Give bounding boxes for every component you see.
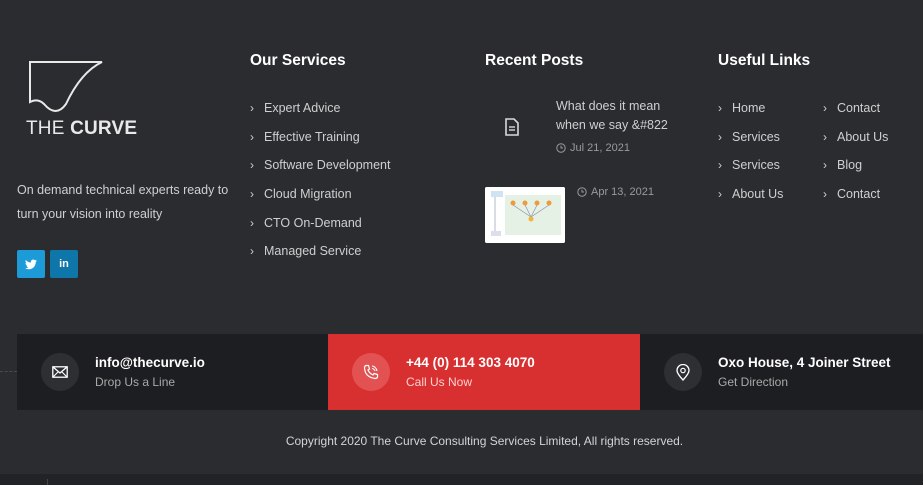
contact-address-caption: Get Direction (718, 374, 789, 389)
services-item-label: Cloud Migration (264, 187, 352, 202)
logo-text: THE CURVE (26, 118, 137, 140)
services-item[interactable]: › CTO On-Demand (250, 216, 390, 245)
clock-icon (556, 143, 566, 153)
post-date-text: Apr 13, 2021 (591, 186, 654, 198)
social-links: in (17, 250, 78, 278)
services-list: › Expert Advice › Effective Training › Soft… (250, 101, 390, 273)
useful-link[interactable]: › Services (718, 158, 783, 187)
logo-text-light: THE (26, 118, 71, 139)
linkedin-icon: in (59, 258, 69, 270)
services-item[interactable]: › Software Development (250, 158, 390, 187)
chevron-right-icon: › (823, 129, 827, 144)
site-footer: THE CURVE On demand technical experts re… (0, 0, 923, 485)
contact-address[interactable]: Oxo House, 4 Joiner Street Get Direction (640, 334, 923, 410)
chevron-right-icon: › (250, 158, 254, 173)
twitter-icon (25, 258, 37, 269)
chevron-right-icon: › (250, 244, 254, 259)
services-item[interactable]: › Managed Service (250, 244, 390, 273)
useful-link-label: Blog (837, 158, 863, 173)
contact-phone[interactable]: +44 (0) 114 303 4070 Call Us Now (328, 334, 640, 410)
useful-link-label: Contact (837, 187, 881, 202)
chevron-right-icon: › (718, 158, 722, 173)
chevron-right-icon: › (823, 158, 827, 173)
logo-text-bold: CURVE (70, 118, 138, 139)
chevron-right-icon: › (718, 129, 722, 144)
useful-link[interactable]: › Contact (823, 101, 888, 130)
post-date: Jul 21, 2021 (556, 142, 630, 154)
chevron-right-icon: › (823, 187, 827, 202)
chevron-right-icon: › (250, 101, 254, 115)
contact-address-value[interactable]: Oxo House, 4 Joiner Street (718, 353, 891, 372)
useful-link[interactable]: › Contact (823, 187, 888, 216)
recent-posts-heading: Recent Posts (485, 52, 584, 69)
linkedin-button[interactable]: in (50, 250, 78, 278)
useful-links-list-1: › Home › Services › Services › About Us (718, 101, 783, 216)
useful-link[interactable]: › Blog (823, 158, 888, 187)
services-item-label: Software Development (264, 158, 391, 173)
chevron-right-icon: › (718, 101, 722, 115)
services-item[interactable]: › Effective Training (250, 130, 390, 159)
services-item-label: Expert Advice (264, 101, 341, 115)
chevron-right-icon: › (718, 187, 722, 202)
envelope-icon (41, 353, 79, 391)
contact-phone-value[interactable]: +44 (0) 114 303 4070 (406, 353, 535, 372)
bottom-strip (0, 474, 923, 485)
contact-phone-caption: Call Us Now (406, 374, 473, 389)
useful-link[interactable]: › About Us (823, 130, 888, 159)
clock-icon (577, 187, 587, 197)
chevron-right-icon: › (823, 101, 827, 115)
post-title[interactable]: What does it mean when we say &#822 (556, 97, 676, 135)
services-item[interactable]: › Cloud Migration (250, 187, 390, 216)
useful-link-label: Services (732, 158, 780, 173)
chevron-right-icon: › (250, 215, 254, 230)
contact-email-caption: Drop Us a Line (95, 374, 176, 389)
useful-link-label: Contact (837, 101, 881, 115)
location-pin-icon (664, 353, 702, 391)
curve-logo-icon (29, 61, 103, 112)
useful-link-label: Home (732, 101, 766, 115)
post-thumbnail-image[interactable] (485, 187, 565, 243)
useful-link[interactable]: › About Us (718, 187, 783, 216)
useful-link[interactable]: › Services (718, 130, 783, 159)
useful-links-heading: Useful Links (718, 52, 811, 69)
diagram-thumbnail (485, 187, 565, 243)
phone-icon (352, 353, 390, 391)
services-item-label: CTO On-Demand (264, 215, 362, 230)
chevron-right-icon: › (250, 129, 254, 144)
document-icon (505, 118, 519, 136)
post-thumbnail[interactable] (485, 100, 539, 154)
services-item-label: Managed Service (264, 244, 362, 259)
useful-link[interactable]: › Home (718, 101, 783, 130)
copyright-text: Copyright 2020 The Curve Consulting Serv… (285, 434, 684, 448)
brand-tagline: On demand technical experts ready to tur… (17, 183, 229, 221)
useful-link-label: About Us (732, 187, 784, 202)
services-heading: Our Services (250, 52, 346, 69)
services-item[interactable]: › Expert Advice (250, 101, 390, 130)
twitter-button[interactable] (17, 250, 45, 278)
post-date: Apr 13, 2021 (577, 186, 654, 198)
useful-link-label: Services (732, 129, 780, 144)
divider (0, 371, 17, 373)
divider (47, 479, 48, 485)
chevron-right-icon: › (250, 187, 254, 202)
post-date-text: Jul 21, 2021 (570, 142, 630, 154)
contact-email[interactable]: info@thecurve.io Drop Us a Line (17, 334, 328, 410)
contact-email-value[interactable]: info@thecurve.io (95, 353, 205, 372)
useful-link-label: About Us (837, 129, 889, 144)
services-item-label: Effective Training (264, 129, 360, 144)
contact-bar: info@thecurve.io Drop Us a Line +44 (0) … (17, 334, 923, 410)
brand-logo[interactable]: THE CURVE (26, 58, 137, 144)
useful-links-list-2: › Contact › About Us › Blog › Contact (823, 101, 888, 216)
